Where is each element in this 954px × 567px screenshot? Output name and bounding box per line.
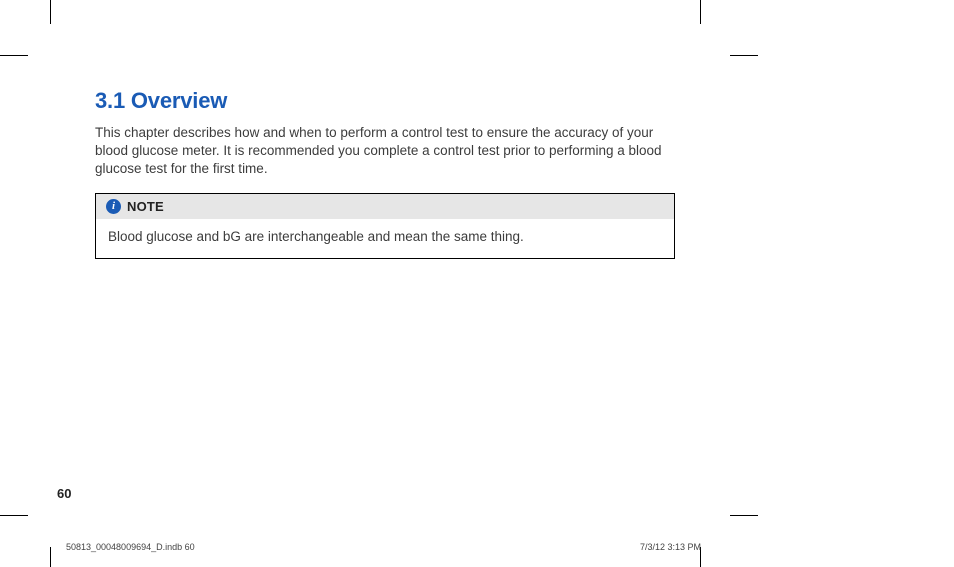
- note-header: i NOTE: [96, 194, 674, 219]
- info-icon: i: [106, 199, 121, 214]
- crop-mark: [50, 0, 51, 24]
- page-content: 3.1 Overview This chapter describes how …: [95, 88, 675, 259]
- note-label: NOTE: [127, 199, 164, 214]
- crop-mark: [730, 55, 758, 56]
- footer-file: 50813_00048009694_D.indb 60: [66, 542, 195, 552]
- section-heading: 3.1 Overview: [95, 88, 675, 114]
- crop-mark: [730, 515, 758, 516]
- crop-mark: [50, 547, 51, 567]
- note-body: Blood glucose and bG are interchangeable…: [96, 219, 674, 258]
- crop-mark: [0, 515, 28, 516]
- crop-mark: [700, 0, 701, 24]
- crop-mark: [0, 55, 28, 56]
- section-body: This chapter describes how and when to p…: [95, 124, 675, 179]
- footer-timestamp: 7/3/12 3:13 PM: [640, 542, 701, 552]
- note-box: i NOTE Blood glucose and bG are intercha…: [95, 193, 675, 259]
- page-number: 60: [57, 486, 71, 501]
